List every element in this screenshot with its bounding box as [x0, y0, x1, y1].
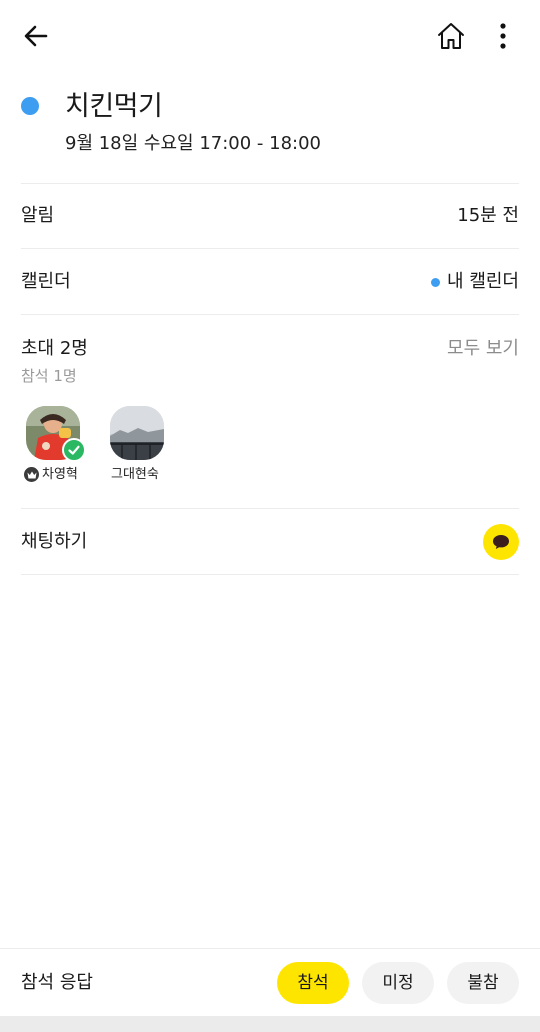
rsvp-label: 참석 응답	[21, 972, 93, 993]
event-datetime: 9월 18일 수요일 17:00 - 18:00	[65, 133, 322, 154]
event-color-dot	[21, 97, 39, 115]
avatar-photo	[110, 406, 164, 460]
event-title: 치킨먹기	[65, 91, 163, 122]
chat-button[interactable]	[483, 524, 519, 560]
crown-icon	[27, 471, 36, 478]
divider	[21, 248, 519, 249]
check-icon	[68, 445, 80, 455]
top-app-bar	[0, 0, 540, 72]
arrow-left-icon	[24, 25, 48, 47]
more-options-button[interactable]	[484, 14, 522, 58]
rsvp-bar: 참석 응답 참석 미정 불참	[0, 948, 540, 1016]
invite-count-label: 초대 2명	[21, 338, 88, 359]
see-all-link[interactable]: 모두 보기	[447, 336, 519, 362]
alarm-value: 15분 전	[457, 205, 519, 226]
divider	[21, 508, 519, 509]
system-nav-strip	[0, 1016, 540, 1032]
divider	[21, 183, 519, 184]
more-vertical-icon	[500, 23, 506, 49]
invitee-name: 차영혁	[42, 467, 78, 482]
host-badge	[24, 467, 39, 482]
rsvp-attend-button[interactable]: 참석	[277, 962, 349, 1004]
avatar	[110, 406, 164, 460]
home-icon	[438, 23, 464, 49]
divider	[21, 314, 519, 315]
divider	[21, 574, 519, 575]
attending-check-badge	[62, 438, 86, 462]
alarm-label: 알림	[21, 205, 55, 226]
calendar-value: 내 캘린더	[431, 269, 519, 295]
calendar-name: 내 캘린더	[447, 271, 519, 292]
invitee-name: 그대현숙	[111, 467, 159, 482]
calendar-label: 캘린더	[21, 271, 71, 292]
attending-count: 참석 1명	[21, 367, 77, 385]
chat-label: 채팅하기	[21, 531, 88, 552]
calendar-color-dot	[431, 277, 441, 287]
chat-bubble-icon	[493, 535, 509, 549]
rsvp-maybe-button[interactable]: 미정	[362, 962, 434, 1004]
back-button[interactable]	[14, 14, 58, 58]
rsvp-decline-button[interactable]: 불참	[447, 962, 519, 1004]
home-button[interactable]	[428, 14, 474, 58]
